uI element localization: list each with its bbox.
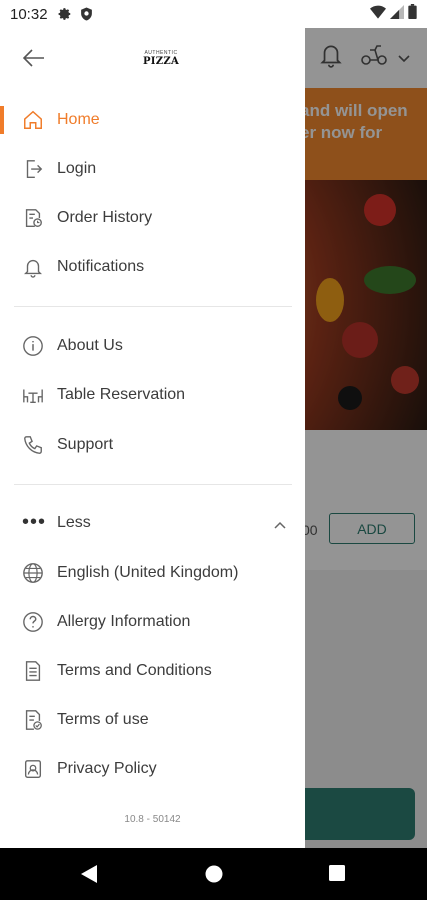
less-label: Less [57, 514, 91, 531]
system-navigation-bar [0, 848, 427, 900]
status-bar: 10:32 [0, 0, 427, 28]
order-history-icon [21, 206, 45, 230]
menu-item-label: Support [57, 436, 114, 453]
menu-item-home[interactable]: Home [0, 98, 305, 142]
menu-item-label: English (United Kingdom) [57, 564, 239, 581]
bell-icon [21, 255, 45, 279]
battery-icon [408, 4, 417, 24]
more-dots-icon: ••• [22, 511, 47, 533]
less-toggle[interactable]: ••• Less [0, 504, 305, 544]
menu-item-label: About Us [57, 337, 123, 354]
menu-divider [14, 484, 292, 485]
nav-home-icon[interactable] [204, 864, 224, 889]
login-icon [21, 157, 45, 181]
menu-item-order-history[interactable]: Order History [0, 196, 305, 240]
menu-item-label: Terms and Conditions [57, 662, 212, 679]
menu-item-notifications[interactable]: Notifications [0, 245, 305, 289]
menu-item-login[interactable]: Login [0, 147, 305, 191]
menu-item-label: Table Reservation [57, 386, 186, 403]
status-time: 10:32 [10, 5, 48, 23]
menu-divider [14, 306, 292, 307]
menu-item-table-reservation[interactable]: Table Reservation [0, 373, 305, 417]
wifi-icon [370, 5, 386, 24]
logo-wordmark: PIZZA [142, 56, 180, 67]
menu-item-label: Notifications [57, 258, 145, 275]
menu-item-terms-of-use[interactable]: Terms of use [0, 698, 305, 742]
menu-item-about-us[interactable]: About Us [0, 324, 305, 368]
settings-gear-icon [58, 7, 72, 21]
privacy-icon [21, 757, 45, 781]
document-icon [21, 659, 45, 683]
brand-logo: AUTHENTIC PIZZA [140, 50, 182, 68]
menu-item-label: Order History [57, 209, 153, 226]
globe-icon [21, 561, 45, 585]
drawer-header: AUTHENTIC PIZZA [0, 28, 305, 90]
back-arrow-icon[interactable] [22, 46, 46, 70]
phone-icon [21, 433, 45, 457]
table-icon [21, 383, 45, 407]
nav-back-icon[interactable] [80, 864, 98, 889]
home-icon [21, 108, 45, 132]
question-icon [21, 610, 45, 634]
menu-item-allergy-information[interactable]: Allergy Information [0, 600, 305, 644]
menu-item-label: Home [57, 111, 100, 128]
menu-item-terms-and-conditions[interactable]: Terms and Conditions [0, 649, 305, 693]
menu-item-label: Privacy Policy [57, 760, 157, 777]
menu-item-privacy-policy[interactable]: Privacy Policy [0, 747, 305, 791]
signal-icon [390, 4, 404, 24]
menu-item-label: Login [57, 160, 97, 177]
menu-item-support[interactable]: Support [0, 423, 305, 467]
nav-recents-icon[interactable] [328, 864, 346, 887]
menu-item-language[interactable]: English (United Kingdom) [0, 551, 305, 595]
shield-icon [80, 7, 93, 21]
document-check-icon [21, 708, 45, 732]
info-icon [21, 334, 45, 358]
menu-item-label: Terms of use [57, 711, 149, 728]
app-version: 10.8 - 50142 [124, 814, 181, 825]
active-indicator [0, 106, 4, 134]
menu-item-label: Allergy Information [57, 613, 191, 630]
navigation-drawer: AUTHENTIC PIZZA Home Login Order History… [0, 28, 305, 848]
chevron-up-icon [274, 516, 286, 534]
